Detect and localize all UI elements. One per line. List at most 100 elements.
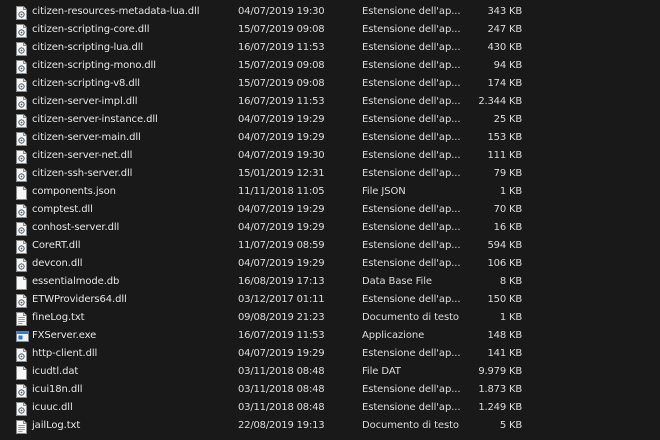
- file-modified-date: 03/12/2017 01:11: [238, 294, 325, 305]
- dll-file-icon: [16, 294, 27, 308]
- file-row[interactable]: fineLog.txt 09/08/2019 21:23 Documento di …: [0, 310, 660, 328]
- dll-file-icon: [16, 168, 27, 182]
- dll-file-icon: [16, 132, 27, 146]
- file-modified-date: 03/11/2018 08:48: [238, 366, 325, 377]
- file-row[interactable]: FXServer.exe 16/07/2019 11:53 Applicazione…: [0, 328, 660, 346]
- file-modified-date: 15/07/2019 09:08: [238, 60, 325, 71]
- file-modified-date: 04/07/2019 19:29: [238, 258, 325, 269]
- file-size: 1.873 KB: [478, 384, 522, 395]
- dll-file-icon: [16, 348, 27, 362]
- file-size: 9.979 KB: [478, 366, 522, 377]
- file-modified-date: 16/07/2019 11:53: [238, 42, 325, 53]
- file-size: 111 KB: [487, 150, 523, 161]
- file-row[interactable]: citizen-scripting-lua.dll 16/07/2019 11:5…: [0, 40, 660, 58]
- file-modified-date: 04/07/2019 19:29: [238, 204, 325, 215]
- file-name: essentialmode.db: [32, 276, 120, 287]
- file-size: 106 KB: [487, 258, 523, 269]
- file-name: FXServer.exe: [32, 330, 97, 341]
- file-row[interactable]: CoreRT.dll 11/07/2019 08:59 Estensione del…: [0, 238, 660, 256]
- file-size: 25 KB: [493, 114, 523, 125]
- file-name: comptest.dll: [32, 204, 93, 215]
- file-row[interactable]: citizen-resources-metadata-lua.dll 04/07/…: [0, 4, 660, 22]
- file-modified-date: 04/07/2019 19:29: [238, 132, 325, 143]
- file-row[interactable]: devcon.dll 04/07/2019 19:29 Estensione del…: [0, 256, 660, 274]
- file-row[interactable]: citizen-server-net.dll 04/07/2019 19:30 Es…: [0, 148, 660, 166]
- file-list: citizen-resources-metadata-lua.dll 04/07/…: [0, 4, 660, 436]
- file-row[interactable]: icuuc.dll 03/11/2018 08:48 Estensione dell…: [0, 400, 660, 418]
- file-row[interactable]: citizen-ssh-server.dll 15/01/2019 12:31 Es…: [0, 166, 660, 184]
- file-row[interactable]: citizen-server-instance.dll 04/07/2019 19…: [0, 112, 660, 130]
- file-size: 343 KB: [487, 6, 523, 17]
- blank-file-icon: [16, 186, 27, 200]
- file-row[interactable]: components.json 11/11/2018 11:05 File JSON…: [0, 184, 660, 202]
- file-size: 2.344 KB: [478, 96, 522, 107]
- file-name: citizen-scripting-v8.dll: [32, 78, 140, 89]
- file-size: 94 KB: [493, 60, 523, 71]
- file-name: citizen-scripting-lua.dll: [32, 42, 144, 53]
- file-row[interactable]: citizen-scripting-core.dll 15/07/2019 09:…: [0, 22, 660, 40]
- file-name: citizen-server-impl.dll: [32, 96, 138, 107]
- file-row[interactable]: essentialmode.db 16/08/2019 17:13 Data Bas…: [0, 274, 660, 292]
- file-type: Data Base File: [362, 276, 432, 287]
- dll-file-icon: [16, 204, 27, 218]
- file-name: citizen-server-main.dll: [32, 132, 141, 143]
- file-type: Applicazione: [362, 330, 425, 341]
- dll-file-icon: [16, 384, 27, 398]
- file-modified-date: 16/07/2019 11:53: [238, 96, 325, 107]
- file-size: 594 KB: [487, 240, 523, 251]
- file-size: 1 KB: [499, 186, 522, 197]
- file-name: citizen-resources-metadata-lua.dll: [32, 6, 200, 17]
- file-size: 16 KB: [493, 222, 523, 233]
- file-name: citizen-ssh-server.dll: [32, 168, 133, 179]
- dll-file-icon: [16, 96, 27, 110]
- file-row[interactable]: ETWProviders64.dll 03/12/2017 01:11 Estens…: [0, 292, 660, 310]
- file-name: icudtl.dat: [32, 366, 79, 377]
- file-name: citizen-server-instance.dll: [32, 114, 158, 125]
- file-modified-date: 09/08/2019 21:23: [238, 312, 325, 323]
- file-name: conhost-server.dll: [32, 222, 120, 233]
- file-modified-date: 04/07/2019 19:30: [238, 150, 325, 161]
- file-modified-date: 16/07/2019 11:53: [238, 330, 325, 341]
- file-modified-date: 04/07/2019 19:29: [238, 114, 325, 125]
- file-name: CoreRT.dll: [32, 240, 81, 251]
- exe-file-icon: [16, 330, 29, 344]
- file-row[interactable]: conhost-server.dll 04/07/2019 19:29 Estens…: [0, 220, 660, 238]
- file-modified-date: 11/07/2019 08:59: [238, 240, 325, 251]
- file-size: 153 KB: [487, 132, 523, 143]
- file-row[interactable]: comptest.dll 04/07/2019 19:29 Estensione d…: [0, 202, 660, 220]
- file-size: 150 KB: [487, 294, 523, 305]
- file-size: 70 KB: [493, 204, 523, 215]
- file-name: ETWProviders64.dll: [32, 294, 127, 305]
- dll-file-icon: [16, 24, 27, 38]
- dll-file-icon: [16, 60, 27, 74]
- file-row[interactable]: citizen-scripting-v8.dll 15/07/2019 09:08…: [0, 76, 660, 94]
- file-size: 141 KB: [487, 348, 523, 359]
- file-type: File DAT: [362, 366, 401, 377]
- file-name: icui18n.dll: [32, 384, 83, 395]
- file-row[interactable]: citizen-scripting-mono.dll 15/07/2019 09:…: [0, 58, 660, 76]
- file-modified-date: 04/07/2019 19:29: [238, 348, 325, 359]
- file-name: citizen-scripting-mono.dll: [32, 60, 156, 71]
- file-row[interactable]: citizen-server-impl.dll 16/07/2019 11:53 E…: [0, 94, 660, 112]
- dll-file-icon: [16, 150, 27, 164]
- file-modified-date: 15/07/2019 09:08: [238, 24, 325, 35]
- dll-file-icon: [16, 240, 27, 254]
- file-name: devcon.dll: [32, 258, 83, 269]
- blank-file-icon: [16, 366, 27, 380]
- file-name: components.json: [32, 186, 116, 197]
- file-modified-date: 15/01/2019 12:31: [238, 168, 325, 179]
- file-row[interactable]: jailLog.txt 22/08/2019 19:13 Documento di …: [0, 418, 660, 436]
- file-row[interactable]: icudtl.dat 03/11/2018 08:48 File DAT 9.979 …: [0, 364, 660, 382]
- file-modified-date: 16/08/2019 17:13: [238, 276, 325, 287]
- file-row[interactable]: http-client.dll 04/07/2019 19:29 Estension…: [0, 346, 660, 364]
- text-file-icon: [16, 420, 27, 434]
- file-row[interactable]: citizen-server-main.dll 04/07/2019 19:29 E…: [0, 130, 660, 148]
- file-size: 247 KB: [487, 24, 523, 35]
- file-type: File JSON: [362, 186, 406, 197]
- blank-file-icon: [16, 276, 27, 290]
- file-name: icuuc.dll: [32, 402, 73, 413]
- file-row[interactable]: icui18n.dll 03/11/2018 08:48 Estensione de…: [0, 382, 660, 400]
- dll-file-icon: [16, 258, 27, 272]
- dll-file-icon: [16, 6, 27, 20]
- file-size: 5 KB: [499, 420, 522, 431]
